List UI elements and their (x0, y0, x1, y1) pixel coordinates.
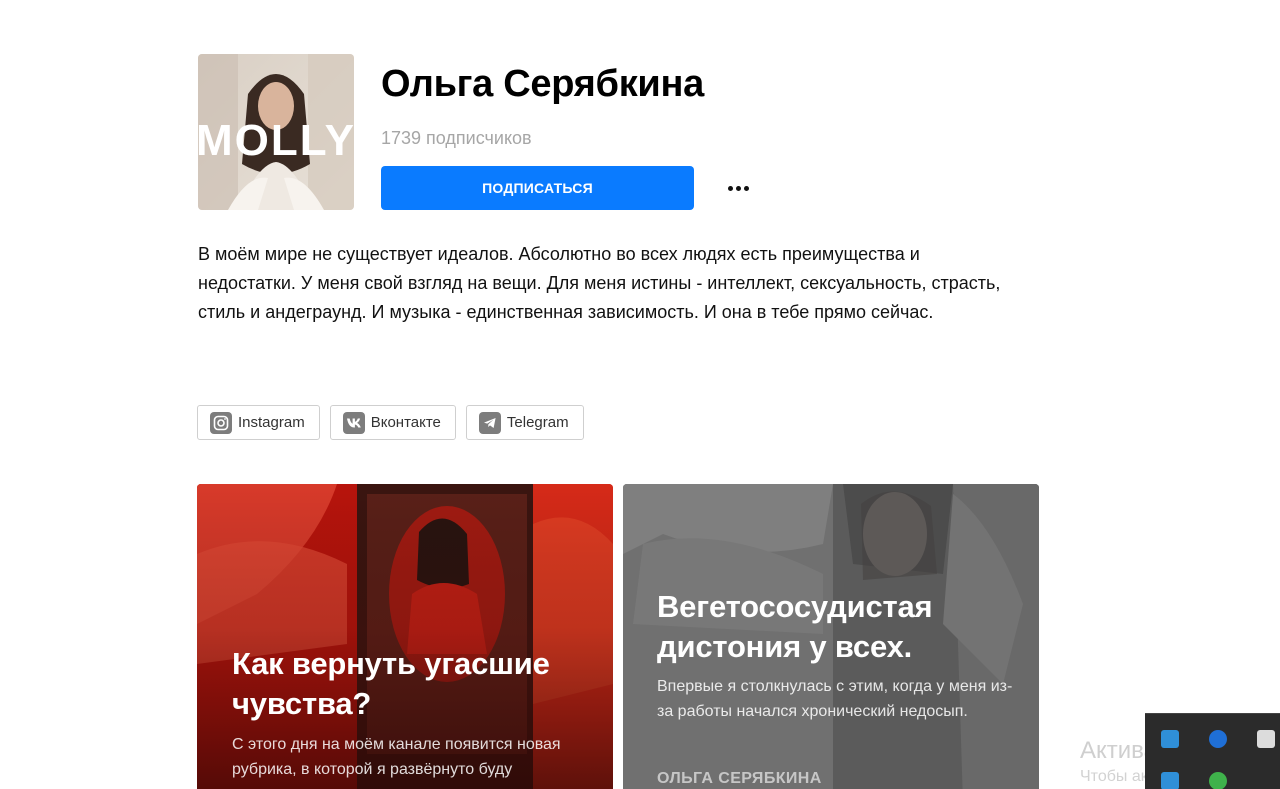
network-icon[interactable] (1161, 730, 1179, 748)
article-title: Вегетососудистая дистония у всех. (657, 589, 933, 664)
more-options-button[interactable] (722, 176, 754, 200)
more-dots-icon (727, 185, 733, 191)
vk-icon (342, 411, 365, 434)
update-icon[interactable] (1161, 772, 1179, 789)
bluetooth-icon[interactable] (1209, 730, 1227, 748)
telegram-link[interactable]: Telegram (465, 405, 584, 440)
security-shield-icon[interactable] (1257, 730, 1275, 748)
app-tray-icon[interactable] (1209, 772, 1227, 789)
article-author: ОЛЬГА СЕРЯБКИНА (657, 770, 822, 787)
subscriber-count: 1739 подписчиков (381, 128, 532, 148)
subscribe-button[interactable]: ПОДПИСАТЬСЯ (381, 166, 694, 210)
instagram-icon (210, 411, 232, 434)
svg-text:MOLLY: MOLLY (198, 116, 354, 165)
instagram-label: Instagram (238, 414, 305, 431)
vk-label: Вконтакте (370, 414, 441, 431)
article-card[interactable]: Как вернуть угасшие чувства? С этого дня… (197, 484, 613, 789)
channel-description: В моём мире не существует идеалов. Абсол… (198, 244, 1001, 322)
social-links: Instagram Вконтакте Telegram (197, 405, 584, 440)
channel-avatar: MOLLY (198, 54, 354, 210)
system-tray-popup (1145, 713, 1280, 789)
vk-link[interactable]: Вконтакте (329, 405, 456, 440)
more-dot (743, 185, 749, 191)
article-card[interactable]: Вегетососудистая дистония у всех. Впервы… (623, 484, 1039, 789)
article-title: Как вернуть угасшие чувства? (232, 646, 550, 721)
channel-name: Ольга Серябкина (381, 63, 704, 105)
more-dot (735, 185, 741, 191)
article-snippet: Впервые я столкнулась с этим, когда у ме… (657, 678, 1013, 720)
telegram-label: Telegram (506, 414, 569, 431)
telegram-icon (478, 411, 501, 434)
article-snippet: С этого дня на моём канале появится нова… (232, 736, 561, 778)
instagram-link[interactable]: Instagram (197, 405, 320, 440)
